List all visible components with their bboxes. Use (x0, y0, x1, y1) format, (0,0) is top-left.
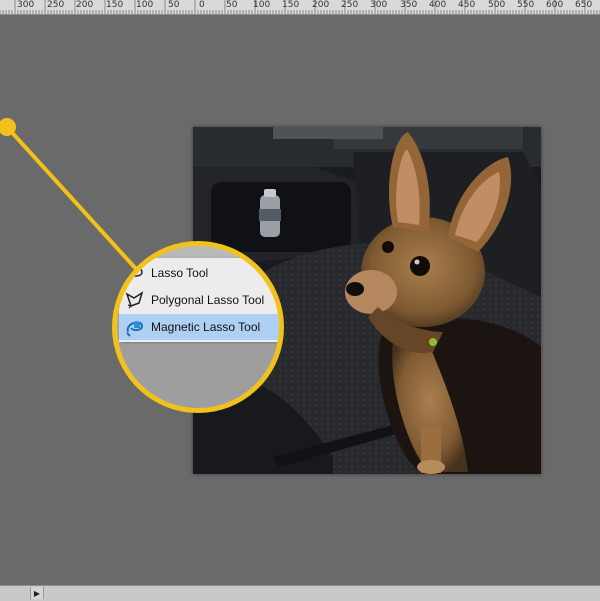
menu-item-label: Polygonal Lasso Tool (151, 293, 265, 307)
ruler-labels: 300 250 200 150 100 50 0 50 100 150 200 … (0, 0, 600, 14)
ruler-label: 500 (488, 0, 506, 10)
ruler-label: 50 (226, 0, 238, 10)
ruler-label: 150 (282, 0, 300, 10)
scroll-right-icon[interactable]: ▶ (30, 587, 44, 599)
menu-item-lasso-tool[interactable]: Lasso Tool (119, 260, 279, 286)
menu-item-label: Magnetic Lasso Tool (151, 320, 261, 334)
polygonal-lasso-icon (123, 289, 147, 311)
ruler-label: 50 (168, 0, 180, 10)
ruler-label: 100 (253, 0, 271, 10)
ruler-label: 550 (517, 0, 535, 10)
ruler-label: 200 (76, 0, 94, 10)
ruler-label: 200 (312, 0, 330, 10)
ruler-label: 150 (106, 0, 124, 10)
ruler-label: 450 (458, 0, 476, 10)
lasso-icon (123, 262, 147, 284)
ruler-label: 350 (400, 0, 418, 10)
ruler-label: 600 (546, 0, 564, 10)
horizontal-ruler[interactable]: 300 250 200 150 100 50 0 50 100 150 200 … (0, 0, 600, 15)
magnetic-lasso-icon (123, 316, 147, 338)
magnifier-background (117, 344, 279, 408)
ruler-label: 250 (341, 0, 359, 10)
menu-item-polygonal-lasso-tool[interactable]: Polygonal Lasso Tool (119, 287, 279, 313)
ruler-label: 100 (136, 0, 154, 10)
magnifier-content: Lasso Tool Polygonal Lasso Tool Magnetic… (117, 246, 279, 408)
ruler-label: 650 (575, 0, 593, 10)
ruler-label: 0 (199, 0, 205, 10)
ruler-label: 300 (370, 0, 388, 10)
ruler-label: 300 (17, 0, 35, 10)
bottom-scrollbar[interactable]: ▶ (0, 585, 600, 601)
ruler-label: 250 (47, 0, 65, 10)
ruler-label: 400 (429, 0, 447, 10)
lasso-tool-menu[interactable]: Lasso Tool Polygonal Lasso Tool Magnetic… (119, 258, 279, 342)
menu-item-magnetic-lasso-tool[interactable]: Magnetic Lasso Tool (119, 314, 279, 340)
menu-item-label: Lasso Tool (151, 266, 209, 280)
magnifier-callout: Lasso Tool Polygonal Lasso Tool Magnetic… (112, 241, 284, 413)
